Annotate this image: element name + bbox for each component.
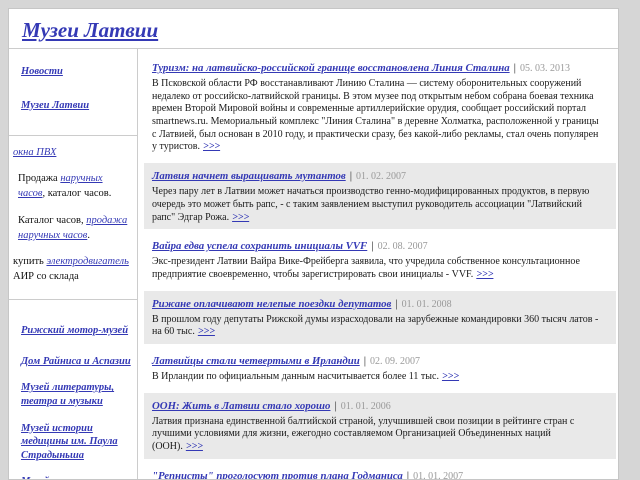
sidebar-item-university-history-museum[interactable]: Музей истории Латвийского университета	[21, 475, 131, 479]
read-more-link[interactable]: >>>	[198, 326, 215, 337]
news-item-title-link[interactable]: Вайра едва успела сохранить инициалы VVF	[152, 240, 367, 252]
ad-text: АИР со склада	[13, 271, 79, 282]
read-more-link[interactable]: >>>	[476, 269, 493, 280]
news-item-title-link[interactable]: Латвия начнет выращивать мутантов	[152, 170, 346, 182]
sidebar-item-motor-museum[interactable]: Рижский мотор-музей	[21, 324, 128, 338]
news-item-head: Рижане оплачивают нелепые поездки депута…	[152, 294, 602, 312]
sidebar: Новости Музеи Латвии окна ПВХ Продажа на…	[9, 49, 138, 479]
title-date-separator: |	[364, 356, 366, 367]
news-item: Латвийцы стали четвертыми в Ирландии | 02.…	[144, 348, 616, 389]
news-item-title-link[interactable]: "Репнисты" проголосуют против плана Годм…	[152, 470, 403, 479]
sidebar-item-literature-museum[interactable]: Музей литературы, театра и музыки	[21, 381, 131, 408]
news-item-text: Экс-президент Латвии Вайра Вике-Фрейберг…	[152, 256, 580, 280]
sidebar-ads-section: окна ПВХ Продажа наручных часов, каталог…	[9, 135, 137, 299]
main-columns: Новости Музеи Латвии окна ПВХ Продажа на…	[9, 49, 618, 479]
news-item-title-link[interactable]: ООН: Жить в Латвии стало хорошо	[152, 400, 330, 412]
news-item-text: В Ирландии по официальным данным насчиты…	[152, 371, 439, 382]
ad-text: .	[87, 230, 90, 241]
sidebar-item-medicine-museum[interactable]: Музей истории медицины им. Паула Страдын…	[21, 422, 131, 463]
site-header: Музеи Латвии	[9, 9, 618, 49]
news-item-body: В прошлом году депутаты Рижской думы изр…	[152, 314, 602, 339]
news-item-head: Латвийцы стали четвертыми в Ирландии | 02.…	[152, 351, 602, 369]
news-item-date: 01. 02. 2007	[356, 171, 406, 182]
news-item-date: 01. 01. 2007	[413, 471, 463, 479]
news-item-text: Латвия признана единственной балтийской …	[152, 416, 574, 452]
ad-text: купить	[13, 256, 46, 267]
sidebar-item-rainis-house[interactable]: Дом Райниса и Аспазии	[21, 355, 131, 369]
news-item-title-link[interactable]: Латвийцы стали четвертыми в Ирландии	[152, 355, 360, 367]
news-item-body: Латвия признана единственной балтийской …	[152, 416, 602, 454]
read-more-link[interactable]: >>>	[442, 371, 459, 382]
news-item-title-link[interactable]: Туризм: на латвийско-российской границе …	[152, 62, 510, 74]
news-item-body: В Ирландии по официальным данным насчиты…	[152, 371, 602, 384]
title-date-separator: |	[350, 171, 352, 182]
ad-watches-1: Продажа наручных часов, каталог часов.	[13, 171, 131, 201]
news-item: Вайра едва успела сохранить инициалы VVF…	[144, 233, 616, 286]
news-list: Туризм: на латвийско-российской границе …	[138, 49, 618, 479]
news-item-head: "Репнисты" проголосуют против плана Годм…	[152, 466, 602, 479]
ad-watches-2: Каталог часов, продажа наручных часов.	[13, 213, 131, 243]
read-more-link[interactable]: >>>	[186, 441, 203, 452]
news-item-date: 02. 08. 2007	[378, 241, 428, 252]
ad-text: Каталог часов,	[18, 215, 86, 226]
news-item-head: Туризм: на латвийско-российской границе …	[152, 58, 602, 76]
news-item-head: ООН: Жить в Латвии стало хорошо | 01. 01. …	[152, 396, 602, 414]
news-item-head: Вайра едва успела сохранить инициалы VVF…	[152, 236, 602, 254]
news-item-body: Экс-президент Латвии Вайра Вике-Фрейберг…	[152, 256, 602, 281]
ad-text: , каталог часов.	[42, 188, 111, 199]
ad-windows-link[interactable]: окна ПВХ	[13, 147, 56, 158]
news-item: Латвия начнет выращивать мутантов | 01. 02…	[144, 163, 616, 229]
sidebar-nav-section: Новости Музеи Латвии	[9, 49, 137, 135]
news-item-date: 01. 01. 2006	[341, 401, 391, 412]
title-date-separator: |	[395, 299, 397, 310]
ad-text: Продажа	[18, 173, 60, 184]
news-item-text: В прошлом году депутаты Рижской думы изр…	[152, 314, 598, 338]
news-item: Рижане оплачивают нелепые поездки депута…	[144, 291, 616, 344]
sidebar-item-news[interactable]: Новости	[21, 65, 63, 79]
ad-windows: окна ПВХ	[13, 145, 131, 160]
news-item: Туризм: на латвийско-российской границе …	[144, 55, 616, 159]
title-date-separator: |	[407, 471, 409, 479]
ad-motor-link[interactable]: электродвигатель	[46, 256, 128, 267]
news-item-text: Через пару лет в Латвии может начаться п…	[152, 186, 589, 222]
news-item-date: 05. 03. 2013	[520, 63, 570, 74]
title-date-separator: |	[334, 401, 336, 412]
news-item-body: Через пару лет в Латвии может начаться п…	[152, 186, 602, 224]
news-item-title-link[interactable]: Рижане оплачивают нелепые поездки депута…	[152, 298, 391, 310]
site-container: Музеи Латвии Новости Музеи Латвии окна П…	[8, 8, 619, 480]
site-title-link[interactable]: Музеи Латвии	[22, 18, 158, 42]
news-item: ООН: Жить в Латвии стало хорошо | 01. 01. …	[144, 393, 616, 459]
news-item-date: 01. 01. 2008	[402, 299, 452, 310]
read-more-link[interactable]: >>>	[203, 141, 220, 152]
title-date-separator: |	[371, 241, 373, 252]
title-date-separator: |	[514, 63, 516, 74]
read-more-link[interactable]: >>>	[232, 212, 249, 223]
news-item-date: 02. 09. 2007	[370, 356, 420, 367]
news-item-head: Латвия начнет выращивать мутантов | 01. 02…	[152, 166, 602, 184]
news-item-body: В Псковской области РФ восстанавливают Л…	[152, 78, 602, 154]
news-item: "Репнисты" проголосуют против плана Годм…	[144, 463, 616, 479]
ad-motor: купить электродвигатель АИР со склада	[13, 254, 131, 284]
sidebar-museums-section: Рижский мотор-музей Дом Райниса и Аспази…	[9, 299, 137, 479]
sidebar-item-museums[interactable]: Музеи Латвии	[21, 99, 89, 113]
